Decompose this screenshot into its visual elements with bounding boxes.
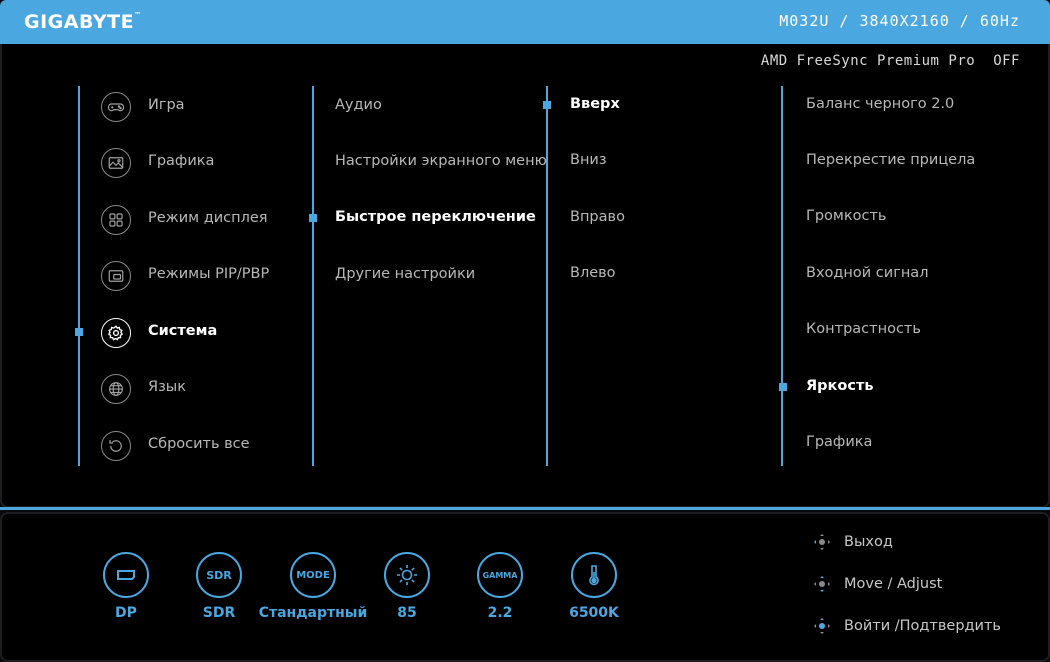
status-picture-mode: Стандартный — [258, 605, 368, 621]
sdr-icon: SDR — [196, 552, 242, 598]
selection-marker-col4 — [779, 383, 787, 391]
submenu-item-quick-switch[interactable]: Быстрое переключение — [335, 209, 536, 225]
menu-item-pip-pbp[interactable]: Режимы PIP/PBP — [148, 266, 269, 282]
value-volume[interactable]: Громкость — [806, 208, 886, 224]
column-divider-4 — [781, 86, 783, 466]
column-divider-3 — [546, 86, 548, 466]
status-brightness: 85 — [397, 605, 417, 621]
panel-divider — [0, 507, 1050, 510]
option-right[interactable]: Вправо — [570, 209, 625, 225]
status-hdr: SDR — [202, 605, 236, 621]
menu-item-display-mode[interactable]: Режим дисплея — [148, 210, 268, 226]
submenu-item-osd-settings[interactable]: Настройки экранного меню — [335, 153, 547, 169]
gamepad-icon — [101, 92, 131, 122]
value-contrast[interactable]: Контрастность — [806, 321, 921, 337]
nav-hint-enter-confirm: Войти /Подтвердить — [810, 614, 1001, 638]
grid-icon — [101, 205, 131, 235]
column-divider-2 — [312, 86, 314, 466]
selection-marker-col3 — [543, 101, 551, 109]
value-crosshair[interactable]: Перекрестие прицела — [806, 152, 975, 168]
mode-icon: MODE — [290, 552, 336, 598]
selection-marker-col1 — [75, 328, 83, 336]
value-black-equalizer[interactable]: Баланс черного 2.0 — [806, 96, 954, 112]
value-brightness[interactable]: Яркость — [806, 378, 874, 394]
value-picture[interactable]: Графика — [806, 434, 872, 450]
option-up[interactable]: Вверх — [570, 96, 620, 112]
joystick-press-icon — [814, 618, 830, 634]
status-input: DP — [115, 605, 137, 621]
brand-logo: GIGABYTE™ — [24, 11, 142, 33]
title-bar: GIGABYTE™ M032U / 3840X2160 / 60Hz — [0, 0, 1050, 44]
model-info: M032U / 3840X2160 / 60Hz — [779, 12, 1020, 30]
nav-hint-exit: Выход — [810, 530, 893, 554]
column-divider-1 — [78, 86, 80, 466]
picture-icon — [101, 148, 131, 178]
option-left[interactable]: Влево — [570, 265, 616, 281]
gamma-icon: GAMMA — [477, 552, 523, 598]
status-gamma: 2.2 — [487, 605, 513, 621]
menu-item-picture[interactable]: Графика — [148, 153, 214, 169]
gear-icon — [101, 318, 131, 348]
value-input-source[interactable]: Входной сигнал — [806, 265, 928, 281]
joystick-left-icon — [814, 534, 830, 550]
submenu-item-audio[interactable]: Аудио — [335, 97, 382, 113]
menu-item-game[interactable]: Игра — [148, 97, 185, 113]
submenu-item-other-settings[interactable]: Другие настройки — [335, 266, 475, 282]
option-down[interactable]: Вниз — [570, 152, 607, 168]
thermometer-icon — [571, 552, 617, 598]
pip-icon — [101, 261, 131, 291]
freesync-status: AMD FreeSync Premium Pro OFF — [760, 53, 1020, 69]
reset-icon — [101, 431, 131, 461]
menu-item-reset-all[interactable]: Сбросить все — [148, 436, 250, 452]
brightness-icon — [384, 552, 430, 598]
nav-hint-move-adjust: Move / Adjust — [810, 572, 942, 596]
status-color-temp: 6500K — [569, 605, 619, 621]
globe-icon — [101, 374, 131, 404]
menu-item-system[interactable]: Система — [148, 323, 217, 339]
joystick-updown-icon — [814, 576, 830, 592]
selection-marker-col2 — [309, 214, 317, 222]
menu-item-language[interactable]: Язык — [148, 379, 186, 395]
displayport-icon — [103, 552, 149, 598]
